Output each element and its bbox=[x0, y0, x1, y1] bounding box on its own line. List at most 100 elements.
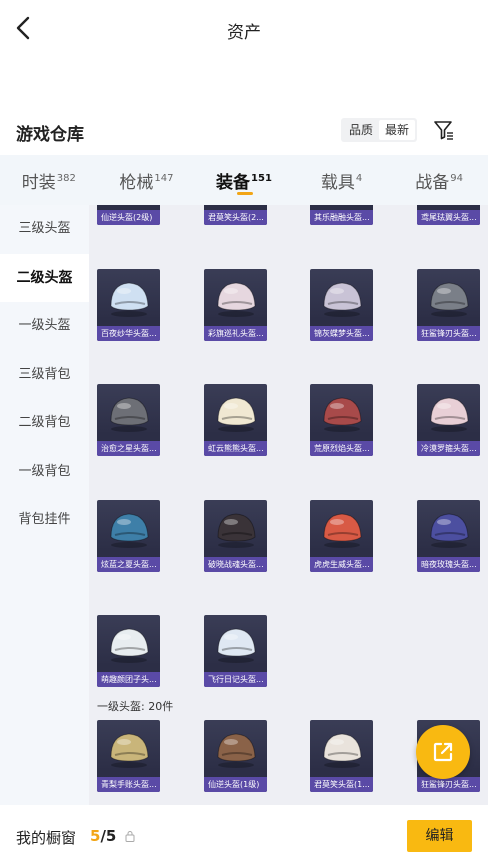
showcase-count-current: 5 bbox=[90, 827, 101, 845]
item-grid: 仙逆头盔(2级) 君莫笑头盔(2... 其乐融融头盔... 鸢尾珐翼头盔... 百夜纱华… bbox=[89, 205, 488, 805]
item-name: 君莫笑头盔(2... bbox=[204, 210, 267, 225]
item-name: 鸢尾珐翼头盔... bbox=[417, 210, 480, 225]
helmet-icon bbox=[430, 513, 469, 548]
helmet-icon bbox=[217, 733, 256, 768]
item-name: 仙逆头盔(2级) bbox=[97, 210, 160, 225]
item-name: 虎虎生威头盔... bbox=[310, 557, 373, 572]
filter-icon[interactable] bbox=[432, 118, 456, 142]
item-card[interactable]: 君莫笑头盔(2... bbox=[204, 205, 267, 225]
item-card[interactable]: 荒原烈焰头盔... bbox=[310, 384, 373, 456]
item-name: 彩旗巡礼头盔... bbox=[204, 326, 267, 341]
sidebar-item-level3-backpack[interactable]: 三级背包 bbox=[0, 351, 89, 400]
helmet-icon bbox=[217, 397, 256, 432]
item-card[interactable]: 飞行日记头盔... bbox=[204, 615, 267, 687]
tab-equipment[interactable]: 装备151 bbox=[195, 155, 293, 205]
helmet-icon bbox=[110, 282, 149, 317]
sidebar-item-level1-helmet[interactable]: 一级头盔 bbox=[0, 302, 89, 351]
sidebar-item-level3-helmet[interactable]: 三级头盔 bbox=[0, 205, 89, 254]
helmet-icon bbox=[217, 628, 256, 663]
tab-supplies[interactable]: 战备94 bbox=[390, 155, 488, 205]
item-card[interactable]: 青梨手账头盔... bbox=[97, 720, 160, 792]
showcase-count-total: /5 bbox=[100, 827, 117, 845]
item-card[interactable]: 虹云熊熊头盔... bbox=[204, 384, 267, 456]
tab-count: 94 bbox=[450, 173, 464, 185]
item-card[interactable]: 治愈之星头盔... bbox=[97, 384, 160, 456]
item-name: 飞行日记头盔... bbox=[204, 672, 267, 687]
item-card[interactable]: 狂鲨锋刃头盔... bbox=[417, 269, 480, 341]
item-card[interactable]: 虎虎生威头盔... bbox=[310, 500, 373, 572]
sidebar-item-level2-helmet[interactable]: 二级头盔 bbox=[0, 253, 89, 302]
helmet-icon bbox=[110, 513, 149, 548]
app: 资产 游戏仓库 品质 最新 时装382 枪械147 装备151 载具4 战备94… bbox=[0, 0, 488, 864]
edit-button[interactable]: 编辑 bbox=[407, 820, 472, 852]
item-name: 其乐融融头盔... bbox=[310, 210, 373, 225]
item-card[interactable]: 君莫笑头盔(1... bbox=[310, 720, 373, 792]
section-title: 游戏仓库 bbox=[16, 125, 84, 145]
item-name: 萌趣颜团子头... bbox=[97, 672, 160, 687]
item-name: 虹云熊熊头盔... bbox=[204, 441, 267, 456]
helmet-icon bbox=[430, 397, 469, 432]
item-card[interactable]: 仙逆头盔(1级) bbox=[204, 720, 267, 792]
tab-label: 枪械 bbox=[119, 173, 154, 193]
helmet-icon bbox=[110, 733, 149, 768]
helmet-icon bbox=[217, 513, 256, 548]
helmet-icon bbox=[323, 282, 362, 317]
tab-fashion[interactable]: 时装382 bbox=[0, 155, 98, 205]
tab-count: 147 bbox=[154, 173, 174, 185]
item-card[interactable]: 彩旗巡礼头盔... bbox=[204, 269, 267, 341]
helmet-icon bbox=[323, 397, 362, 432]
tab-guns[interactable]: 枪械147 bbox=[98, 155, 196, 205]
item-name: 冷漠罗箍头盔... bbox=[417, 441, 480, 456]
item-card[interactable]: 锦灰蝶梦头盔... bbox=[310, 269, 373, 341]
helmet-icon bbox=[323, 513, 362, 548]
item-name: 狂鲨锋刃头盔... bbox=[417, 326, 480, 341]
item-name: 治愈之星头盔... bbox=[97, 441, 160, 456]
category-sidebar: 三级头盔 二级头盔 一级头盔 三级背包 二级背包 一级背包 背包挂件 bbox=[0, 205, 89, 805]
sort-toggle: 品质 最新 bbox=[341, 118, 418, 142]
item-card[interactable]: 炫蓝之夏头盔... bbox=[97, 500, 160, 572]
sidebar-item-level2-backpack[interactable]: 二级背包 bbox=[0, 399, 89, 448]
tab-count: 382 bbox=[56, 173, 76, 185]
item-card[interactable]: 其乐融融头盔... bbox=[310, 205, 373, 225]
item-card[interactable]: 萌趣颜团子头... bbox=[97, 615, 160, 687]
sidebar-item-backpack-pendant[interactable]: 背包挂件 bbox=[0, 496, 89, 545]
external-link-icon bbox=[433, 742, 453, 762]
item-card[interactable]: 暗夜玫瑰头盔... bbox=[417, 500, 480, 572]
item-name: 锦灰蝶梦头盔... bbox=[310, 326, 373, 341]
share-fab[interactable] bbox=[416, 725, 470, 779]
item-card[interactable]: 冷漠罗箍头盔... bbox=[417, 384, 480, 456]
item-name: 百夜纱华头盔... bbox=[97, 326, 160, 341]
tab-active-underline bbox=[236, 192, 253, 195]
helmet-icon bbox=[110, 397, 149, 432]
tab-count: 151 bbox=[251, 173, 272, 185]
helmet-icon bbox=[323, 733, 362, 768]
helmet-icon bbox=[110, 628, 149, 663]
tab-count: 4 bbox=[355, 173, 363, 185]
sort-newest-option[interactable]: 最新 bbox=[379, 120, 416, 140]
tab-vehicles[interactable]: 载具4 bbox=[293, 155, 391, 205]
item-name: 炫蓝之夏头盔... bbox=[97, 557, 160, 572]
item-name: 暗夜玫瑰头盔... bbox=[417, 557, 480, 572]
tab-label: 时装 bbox=[21, 173, 56, 193]
item-card[interactable]: 仙逆头盔(2级) bbox=[97, 205, 160, 225]
page-title: 资产 bbox=[227, 23, 261, 43]
sort-quality-option[interactable]: 品质 bbox=[343, 120, 379, 140]
helmet-icon bbox=[430, 282, 469, 317]
sidebar-item-level1-backpack[interactable]: 一级背包 bbox=[0, 448, 89, 497]
tab-label: 载具 bbox=[320, 173, 355, 193]
helmet-icon bbox=[217, 282, 256, 317]
showcase-label: 我的橱窗 bbox=[16, 829, 77, 847]
item-name: 荒原烈焰头盔... bbox=[310, 441, 373, 456]
item-card[interactable]: 百夜纱华头盔... bbox=[97, 269, 160, 341]
tab-label: 装备 bbox=[216, 173, 251, 193]
item-name: 仙逆头盔(1级) bbox=[204, 777, 267, 792]
item-name: 破晓战魂头盔... bbox=[204, 557, 267, 572]
tab-label: 战备 bbox=[415, 173, 450, 193]
showcase-count: 5/5 bbox=[90, 827, 116, 845]
item-name: 青梨手账头盔... bbox=[97, 777, 160, 792]
item-card[interactable]: 破晓战魂头盔... bbox=[204, 500, 267, 572]
item-name: 君莫笑头盔(1... bbox=[310, 777, 373, 792]
level1-helmet-section-label: 一级头盔: 20件 bbox=[97, 700, 174, 713]
top-bar: 资产 bbox=[0, 0, 488, 58]
item-card[interactable]: 鸢尾珐翼头盔... bbox=[417, 205, 480, 225]
